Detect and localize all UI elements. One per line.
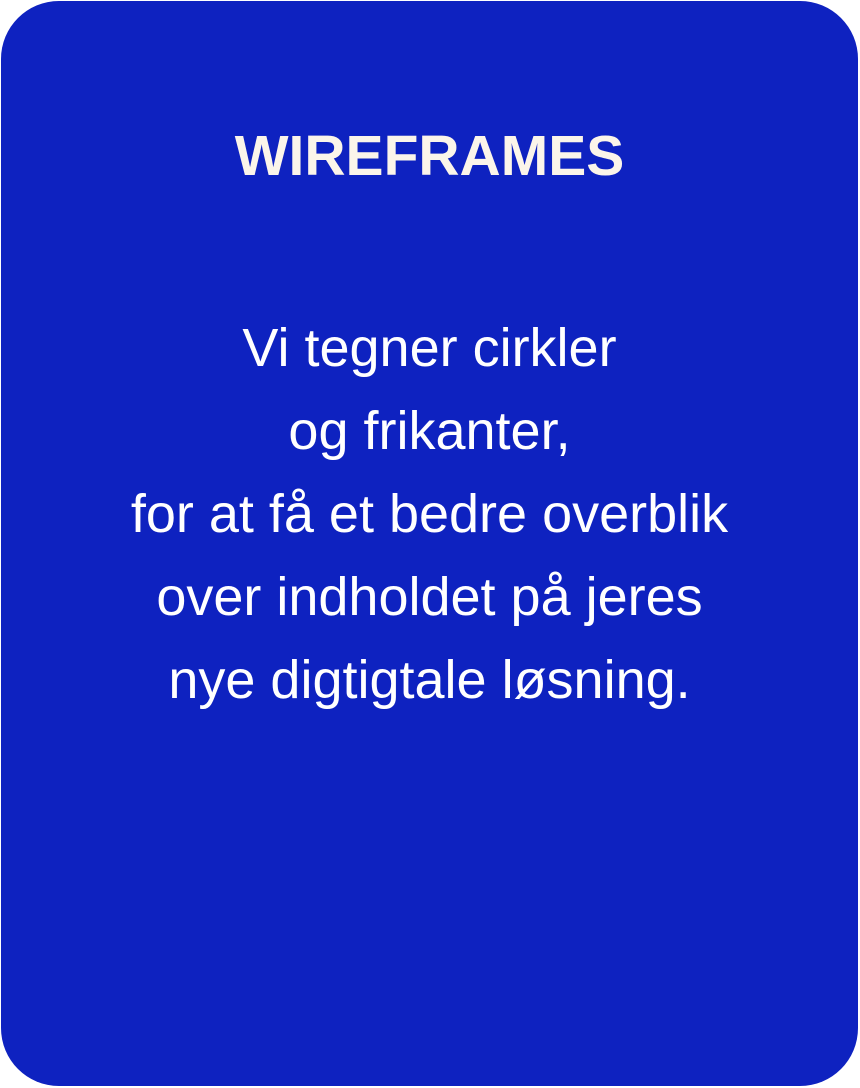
card-title: WIREFRAMES	[234, 124, 625, 188]
description-line-1: Vi tegner cirkler	[242, 318, 617, 378]
info-card: WIREFRAMES Vi tegner cirkler og frikante…	[1, 1, 858, 1086]
description-line-2: og frikanter,	[288, 401, 571, 461]
description-line-5: nye digtigtale løsning.	[168, 650, 691, 710]
description-line-3: for at få et bedre overblik	[130, 484, 729, 544]
description-line-4: over indholdet på jeres	[156, 567, 703, 627]
card-description: Vi tegner cirkler og frikanter, for at f…	[1, 307, 858, 722]
